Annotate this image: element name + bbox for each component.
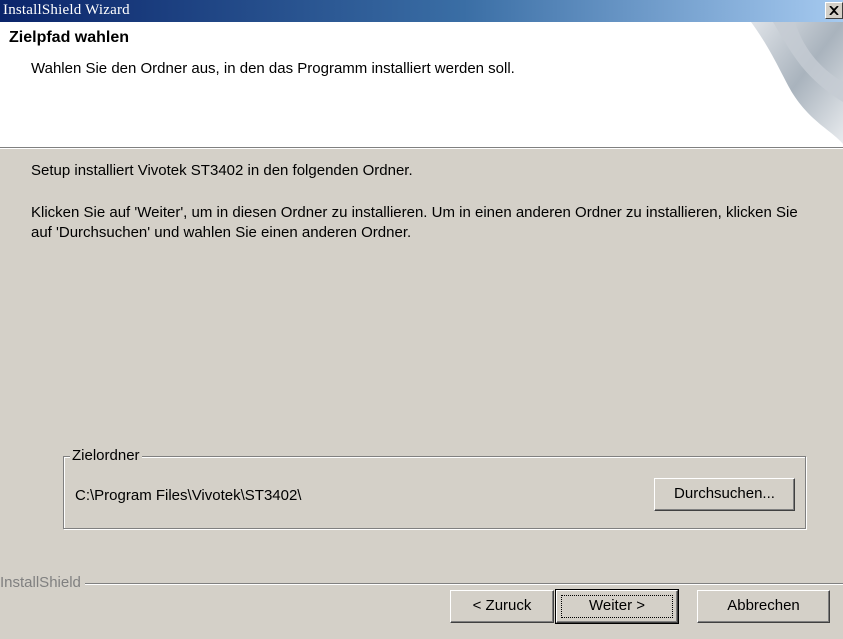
destination-path-text: C:\Program Files\Vivotek\ST3402\ bbox=[75, 487, 302, 504]
cancel-button[interactable]: Abbrechen bbox=[697, 590, 830, 623]
cancel-button-label: Abbrechen bbox=[727, 597, 800, 614]
installshield-brand-label: InstallShield bbox=[0, 574, 85, 591]
destination-folder-label: Zielordner bbox=[70, 447, 142, 464]
next-button-label: Weiter > bbox=[589, 597, 645, 614]
close-icon bbox=[829, 6, 839, 15]
browse-button[interactable]: Durchsuchen... bbox=[654, 478, 795, 511]
next-button[interactable]: Weiter > bbox=[555, 589, 679, 624]
back-button-label: < Zuruck bbox=[472, 597, 532, 614]
setup-info-text: Setup installiert Vivotek ST3402 in den … bbox=[31, 162, 413, 179]
installshield-logo-graphic bbox=[751, 22, 843, 144]
instructions-text: Klicken Sie auf 'Weiter', um in diesen O… bbox=[31, 204, 798, 241]
browse-button-label: Durchsuchen... bbox=[674, 485, 775, 502]
title-bar[interactable]: InstallShield Wizard bbox=[0, 0, 843, 22]
close-button[interactable] bbox=[825, 2, 843, 19]
page-title: Zielpfad wahlen bbox=[9, 29, 130, 46]
header-separator bbox=[0, 148, 843, 149]
window-title: InstallShield Wizard bbox=[3, 2, 130, 18]
footer-divider bbox=[0, 583, 843, 585]
back-button[interactable]: < Zuruck bbox=[450, 590, 554, 623]
page-subtitle: Wahlen Sie den Ordner aus, in den das Pr… bbox=[31, 60, 515, 77]
wizard-header: Zielpfad wahlen Wahlen Sie den Ordner au… bbox=[0, 22, 843, 148]
